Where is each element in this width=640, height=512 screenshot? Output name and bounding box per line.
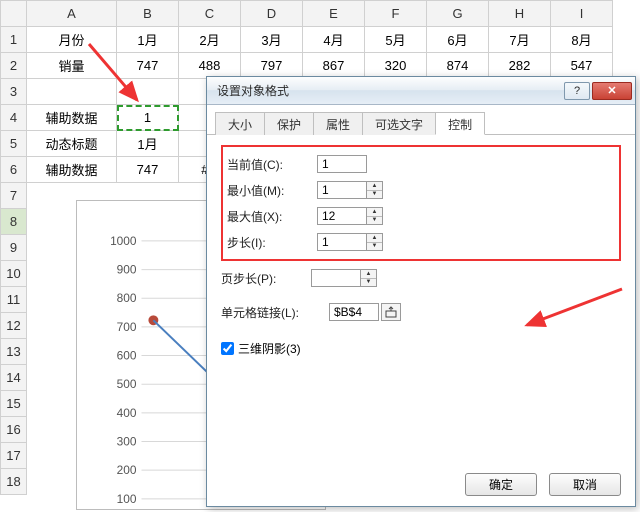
- col-header[interactable]: B: [117, 1, 179, 27]
- row-header[interactable]: 3: [1, 79, 27, 105]
- row-header[interactable]: 5: [1, 131, 27, 157]
- cell[interactable]: 6月: [427, 27, 489, 53]
- cell[interactable]: 5月: [365, 27, 427, 53]
- svg-text:700: 700: [117, 320, 137, 334]
- row-header[interactable]: 13: [1, 339, 27, 365]
- dialog-title: 设置对象格式: [217, 82, 289, 99]
- step-label: 步长(I):: [227, 234, 317, 251]
- cell[interactable]: 747: [117, 53, 179, 79]
- col-header[interactable]: E: [303, 1, 365, 27]
- svg-text:500: 500: [117, 377, 137, 391]
- cell-selected[interactable]: 1: [117, 105, 179, 131]
- cell[interactable]: 867: [303, 53, 365, 79]
- row-header[interactable]: 11: [1, 287, 27, 313]
- cell[interactable]: 4月: [303, 27, 365, 53]
- row-header[interactable]: 6: [1, 157, 27, 183]
- row-header[interactable]: 14: [1, 365, 27, 391]
- cell[interactable]: 7月: [489, 27, 551, 53]
- col-header[interactable]: I: [551, 1, 613, 27]
- dialog-titlebar[interactable]: 设置对象格式 ? ✕: [207, 77, 635, 105]
- row-header[interactable]: 1: [1, 27, 27, 53]
- cell[interactable]: 282: [489, 53, 551, 79]
- tab-property[interactable]: 属性: [313, 112, 363, 135]
- cell[interactable]: 747: [117, 157, 179, 183]
- svg-text:900: 900: [117, 263, 137, 277]
- svg-text:400: 400: [117, 406, 137, 420]
- row-header[interactable]: 10: [1, 261, 27, 287]
- min-spinner[interactable]: ▲▼: [367, 181, 383, 199]
- cell-link-input[interactable]: [329, 303, 379, 321]
- svg-text:1000: 1000: [110, 234, 137, 248]
- cell[interactable]: 2月: [179, 27, 241, 53]
- min-input[interactable]: [317, 181, 367, 199]
- row-header[interactable]: 8: [1, 209, 27, 235]
- row-header[interactable]: 7: [1, 183, 27, 209]
- col-header[interactable]: A: [27, 1, 117, 27]
- shadow-label: 三维阴影(3): [238, 340, 301, 357]
- max-spinner[interactable]: ▲▼: [367, 207, 383, 225]
- col-header[interactable]: G: [427, 1, 489, 27]
- row-header[interactable]: 9: [1, 235, 27, 261]
- highlight-box: 当前值(C): 最小值(M): ▲▼ 最大值(X): ▲▼ 步长(I): ▲▼: [221, 145, 621, 261]
- cell[interactable]: 1月: [117, 131, 179, 157]
- select-all-corner[interactable]: [1, 1, 27, 27]
- max-input[interactable]: [317, 207, 367, 225]
- col-header[interactable]: C: [179, 1, 241, 27]
- row-header[interactable]: 16: [1, 417, 27, 443]
- cell[interactable]: 动态标题: [27, 131, 117, 157]
- cell[interactable]: 547: [551, 53, 613, 79]
- pagestep-label: 页步长(P):: [221, 270, 311, 287]
- current-input[interactable]: [317, 155, 367, 173]
- ok-button[interactable]: 确定: [465, 473, 537, 496]
- tab-alttext[interactable]: 可选文字: [362, 112, 436, 135]
- col-header[interactable]: D: [241, 1, 303, 27]
- svg-text:100: 100: [117, 492, 137, 506]
- row-header[interactable]: 4: [1, 105, 27, 131]
- link-label: 单元格链接(L):: [221, 304, 311, 321]
- min-label: 最小值(M):: [227, 182, 317, 199]
- shadow-checkbox[interactable]: [221, 342, 234, 355]
- col-header[interactable]: H: [489, 1, 551, 27]
- row-1: 1 月份 1月 2月 3月 4月 5月 6月 7月 8月: [1, 27, 613, 53]
- pagestep-spinner[interactable]: ▲▼: [361, 269, 377, 287]
- step-spinner[interactable]: ▲▼: [367, 233, 383, 251]
- row-header[interactable]: 17: [1, 443, 27, 469]
- cell[interactable]: 488: [179, 53, 241, 79]
- svg-text:300: 300: [117, 434, 137, 448]
- step-input[interactable]: [317, 233, 367, 251]
- range-picker-button[interactable]: [381, 303, 401, 321]
- close-button[interactable]: ✕: [592, 82, 632, 100]
- cell[interactable]: [27, 79, 117, 105]
- row-header[interactable]: 12: [1, 313, 27, 339]
- tab-protect[interactable]: 保护: [264, 112, 314, 135]
- col-header[interactable]: F: [365, 1, 427, 27]
- cell[interactable]: 辅助数据: [27, 157, 117, 183]
- cell[interactable]: 销量: [27, 53, 117, 79]
- help-button[interactable]: ?: [564, 82, 590, 100]
- svg-text:600: 600: [117, 349, 137, 363]
- cell[interactable]: 8月: [551, 27, 613, 53]
- row-header[interactable]: 2: [1, 53, 27, 79]
- cell[interactable]: 1月: [117, 27, 179, 53]
- cancel-button[interactable]: 取消: [549, 473, 621, 496]
- pagestep-input[interactable]: [311, 269, 361, 287]
- current-label: 当前值(C):: [227, 156, 317, 173]
- cell[interactable]: 320: [365, 53, 427, 79]
- cell[interactable]: 874: [427, 53, 489, 79]
- cell[interactable]: 月份: [27, 27, 117, 53]
- svg-text:800: 800: [117, 291, 137, 305]
- cell[interactable]: 3月: [241, 27, 303, 53]
- row-header[interactable]: 15: [1, 391, 27, 417]
- cell[interactable]: 797: [241, 53, 303, 79]
- svg-text:200: 200: [117, 463, 137, 477]
- cell[interactable]: 辅助数据: [27, 105, 117, 131]
- row-2: 2 销量 747 488 797 867 320 874 282 547: [1, 53, 613, 79]
- tab-control[interactable]: 控制: [435, 112, 485, 135]
- format-object-dialog: 设置对象格式 ? ✕ 大小 保护 属性 可选文字 控制 当前值(C): 最小值(…: [206, 76, 636, 507]
- max-label: 最大值(X):: [227, 208, 317, 225]
- tab-size[interactable]: 大小: [215, 112, 265, 135]
- row-header[interactable]: 18: [1, 469, 27, 495]
- tab-bar: 大小 保护 属性 可选文字 控制: [207, 105, 635, 135]
- range-picker-icon: [385, 306, 397, 318]
